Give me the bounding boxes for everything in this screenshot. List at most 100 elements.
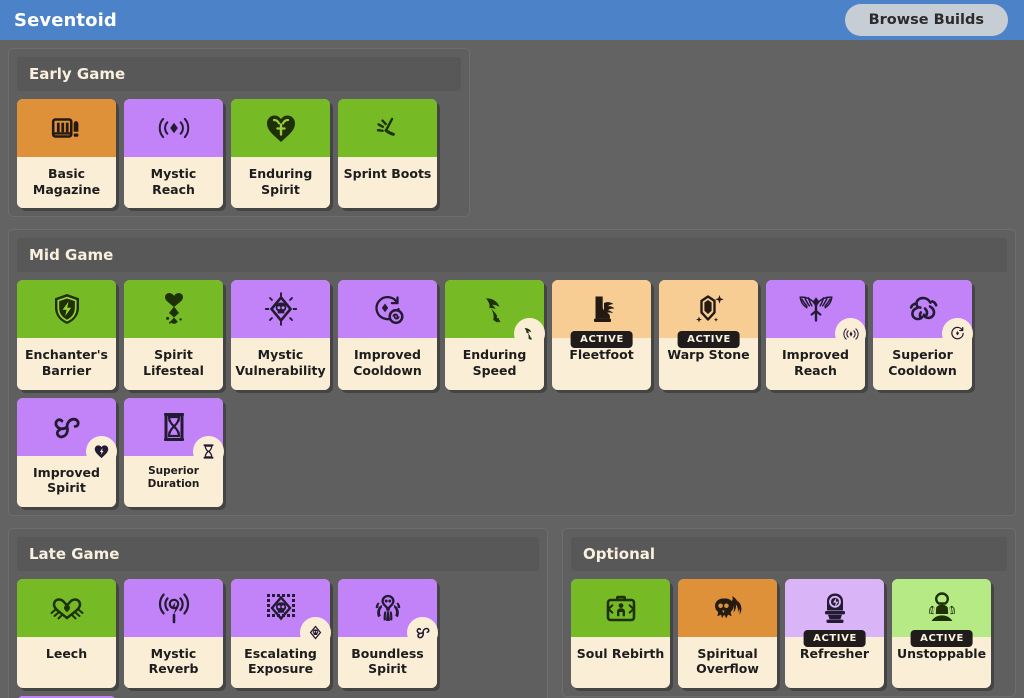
soul-rebirth-icon — [604, 592, 638, 624]
item-card[interactable]: ACTIVE Refresher — [785, 578, 884, 688]
section-title: Early Game — [29, 65, 126, 83]
item-card[interactable]: Superior Cooldown — [873, 280, 973, 390]
section-mid-game-slot: Mid Game Enchanter's Barrier Spirit Lifest… — [8, 229, 1016, 516]
item-card[interactable]: Spirit Lifesteal — [124, 280, 223, 390]
skull-badge — [300, 616, 331, 648]
card-label: Spirit Lifesteal — [124, 338, 223, 390]
card-label: Spiritual Overflow — [678, 636, 777, 688]
section-late-game: Late Game Leech Mystic Reverb Escalating Ex… — [8, 527, 548, 698]
item-card[interactable]: Sprint Boots — [338, 99, 437, 209]
card-art — [17, 578, 116, 637]
card-art: ACTIVE — [785, 578, 884, 647]
card-label: Sprint Boots — [338, 157, 437, 199]
card-label: Soul Rebirth — [571, 636, 670, 679]
card-art — [338, 99, 437, 157]
item-card[interactable]: Improved Spirit — [17, 397, 117, 507]
card-art: ACTIVE — [659, 280, 758, 349]
card-art — [766, 280, 866, 350]
triskelion-badge — [407, 616, 438, 648]
section-mid-game: Mid Game Enchanter's Barrier Spirit Lifest… — [8, 229, 1016, 516]
flaming-skull-icon — [709, 592, 747, 624]
card-art — [338, 578, 438, 648]
card-label: Mystic Reach — [124, 157, 223, 209]
section-header: Mid Game — [17, 238, 1007, 273]
card-label: Leech — [17, 636, 116, 679]
unstoppable-icon — [923, 591, 961, 625]
section-header: Early Game — [17, 57, 461, 91]
section-optional: Optional Soul Rebirth Spiritual Overflow AC… — [562, 527, 1016, 697]
item-card[interactable]: ACTIVE Fleetfoot — [552, 280, 651, 390]
card-art — [231, 578, 331, 648]
card-art: ACTIVE — [552, 280, 651, 349]
reverb-icon — [156, 591, 192, 625]
active-badge: ACTIVE — [570, 331, 633, 349]
card-art — [445, 280, 545, 350]
item-card[interactable]: Mystic Reach — [124, 99, 223, 209]
warp-crystal-icon — [692, 292, 726, 326]
item-card[interactable]: Spiritual Overflow — [678, 578, 777, 688]
card-art: ACTIVE — [892, 578, 991, 647]
active-badge: ACTIVE — [910, 629, 973, 647]
item-card[interactable]: ACTIVE Unstoppable — [892, 578, 991, 688]
card-label: Basic Magazine — [17, 157, 116, 209]
section-late-game-slot: Late Game Leech Mystic Reverb Escalating Ex… — [8, 527, 548, 698]
card-art — [338, 280, 437, 339]
item-card[interactable]: Improved Cooldown — [338, 280, 437, 390]
active-badge: ACTIVE — [803, 629, 866, 647]
shield-bolt-icon — [51, 292, 83, 326]
winged-boot-icon — [584, 293, 620, 325]
active-badge: ACTIVE — [677, 331, 740, 349]
card-grid: Soul Rebirth Spiritual Overflow ACTIVE Refr… — [571, 578, 1007, 688]
card-art — [231, 280, 330, 339]
item-card[interactable]: Leech — [17, 578, 116, 688]
section-header: Late Game — [17, 536, 539, 571]
item-card[interactable]: Mystic Vulnerability — [231, 280, 330, 390]
card-label: Enduring Spirit — [231, 157, 330, 209]
heart-spirit-icon — [264, 112, 298, 144]
card-art — [17, 99, 116, 157]
card-art — [124, 280, 223, 339]
winged-foot-icon — [478, 293, 512, 325]
spirit-lifesteal-icon — [158, 292, 190, 326]
browse-builds-button[interactable]: Browse Builds — [844, 4, 1008, 36]
boundless-spirit-icon — [369, 592, 407, 624]
card-label: Improved Cooldown — [338, 338, 437, 390]
item-card[interactable]: Enduring Speed — [445, 280, 545, 390]
swirl-cooldown-icon — [905, 292, 941, 326]
section-early-game-slot: Early Game Basic Magazine Mystic Reach Endu… — [8, 48, 1016, 218]
card-label: Mystic Vulnerability — [231, 338, 330, 390]
item-card[interactable]: Improved Reach — [766, 280, 866, 390]
card-art — [571, 578, 670, 637]
item-card[interactable]: Soul Rebirth — [571, 578, 670, 688]
app-header: Seventoid Browse Builds — [0, 0, 1024, 40]
winged-reach-icon — [796, 292, 836, 326]
card-art — [231, 99, 330, 157]
section-optional-slot: Optional Soul Rebirth Spiritual Overflow AC… — [562, 527, 1016, 698]
section-title: Late Game — [29, 544, 120, 563]
item-card[interactable]: Enchanter's Barrier — [17, 280, 116, 390]
item-card[interactable]: Escalating Exposure — [231, 578, 331, 688]
item-card[interactable]: ACTIVE Warp Stone — [659, 280, 758, 390]
card-art — [124, 99, 223, 157]
magazine-icon — [50, 111, 84, 145]
card-art — [17, 397, 117, 467]
item-card[interactable]: Basic Magazine — [17, 99, 116, 209]
heart-badge — [86, 435, 117, 467]
item-card[interactable]: Boundless Spirit — [338, 578, 438, 688]
hourglass-badge — [193, 435, 224, 467]
card-label: Mystic Reverb — [124, 636, 223, 688]
triskelion-icon — [49, 411, 85, 443]
item-card[interactable]: Superior Duration — [124, 397, 224, 507]
mystic-reach-icon — [155, 112, 193, 144]
card-label: Enchanter's Barrier — [17, 338, 116, 390]
card-art — [124, 397, 224, 467]
card-art — [873, 280, 973, 350]
item-card[interactable]: Enduring Spirit — [231, 99, 330, 209]
page-title: Seventoid — [14, 9, 117, 31]
item-card[interactable]: Mystic Reverb — [124, 578, 223, 688]
card-art — [17, 280, 116, 339]
card-grid: Basic Magazine Mystic Reach Enduring Spiri… — [17, 99, 461, 209]
refresher-icon — [819, 591, 851, 625]
card-art — [124, 578, 223, 637]
section-title: Optional — [583, 544, 656, 563]
